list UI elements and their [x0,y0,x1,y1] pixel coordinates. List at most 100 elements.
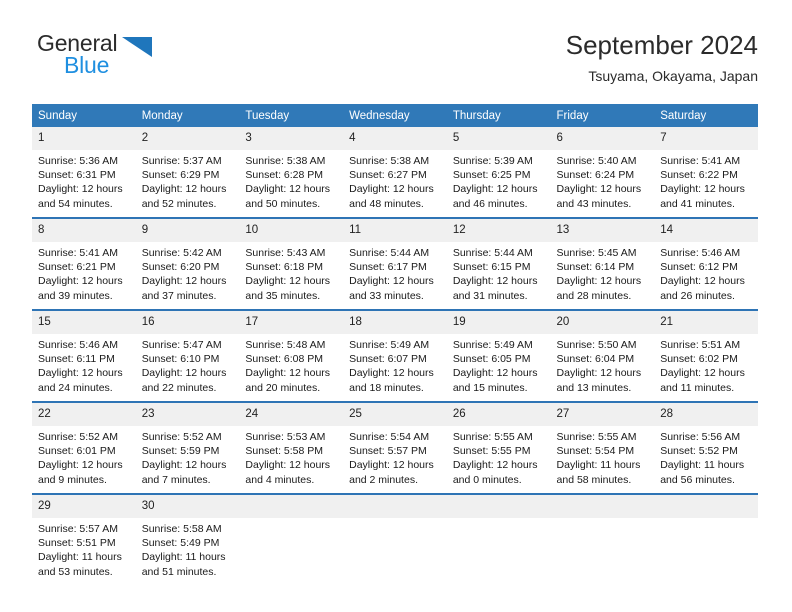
sunset-text: Sunset: 6:17 PM [349,261,427,274]
day-details: Sunrise: 5:45 AM Sunset: 6:14 PM Daylight:… [551,242,655,309]
calendar-page: General Blue September 2024 Tsuyama, Oka… [0,0,792,612]
sunset-text: Sunset: 5:51 PM [38,537,116,550]
day-details: Sunrise: 5:43 AM Sunset: 6:18 PM Daylight:… [239,242,343,309]
daylight-text-line1: Daylight: 12 hours [556,367,642,380]
sunset-text: Sunset: 5:49 PM [141,537,220,550]
calendar-day-cell[interactable]: 4 Sunrise: 5:38 AM Sunset: 6:27 PM Daylight… [343,127,447,218]
calendar-day-cell[interactable]: 18 Sunrise: 5:49 AM Sunset: 6:07 PM Dayligh… [343,309,447,402]
day-details [239,518,343,528]
sunrise-text: Sunrise: 5:49 AM [452,339,533,351]
sunset-text: Sunset: 5:55 PM [452,445,531,458]
calendar-day-cell[interactable]: 15 Sunrise: 5:46 AM Sunset: 6:11 PM Dayligh… [32,309,136,402]
weekday-header-sunday: Sunday [32,104,136,127]
daylight-text-line1: Daylight: 12 hours [349,183,434,196]
sunset-text: Sunset: 5:58 PM [245,445,324,458]
calendar-day-cell[interactable]: 25 Sunrise: 5:54 AM Sunset: 5:57 PM Dayligh… [343,401,447,494]
sunset-text: Sunset: 6:21 PM [38,261,116,274]
daylight-text-line1: Daylight: 12 hours [38,459,123,472]
calendar-day-cell[interactable]: 14 Sunrise: 5:46 AM Sunset: 6:12 PM Dayligh… [654,217,758,310]
calendar-day-cell[interactable]: 10 Sunrise: 5:43 AM Sunset: 6:18 PM Dayligh… [239,217,344,310]
calendar-day-cell[interactable]: 12 Sunrise: 5:44 AM Sunset: 6:15 PM Dayligh… [446,217,551,310]
calendar-day-cell-empty [239,493,344,585]
calendar-day-cell[interactable]: 29 Sunrise: 5:57 AM Sunset: 5:51 PM Dayligh… [32,493,136,585]
calendar-day-cell[interactable]: 13 Sunrise: 5:45 AM Sunset: 6:14 PM Dayligh… [550,217,655,310]
daylight-text-line1: Daylight: 12 hours [660,275,745,288]
calendar-header-row-group: Sunday Monday Tuesday Wednesday Thursday… [32,104,758,127]
daylight-text-line2: and 22 minutes. [141,381,217,394]
sunrise-text: Sunrise: 5:42 AM [141,247,222,259]
calendar-day-cell[interactable]: 6 Sunrise: 5:40 AM Sunset: 6:24 PM Daylight… [550,127,655,218]
daylight-text-line1: Daylight: 12 hours [556,183,642,196]
daylight-text-line2: and 4 minutes. [245,473,315,486]
calendar-day-cell[interactable]: 7 Sunrise: 5:41 AM Sunset: 6:22 PM Daylight… [654,127,758,218]
weekday-header-friday: Friday [550,104,655,127]
calendar-day-cell[interactable]: 9 Sunrise: 5:42 AM Sunset: 6:20 PM Daylight… [135,217,240,310]
day-details: Sunrise: 5:36 AM Sunset: 6:31 PM Daylight:… [32,150,136,217]
day-number: 29 [32,495,136,518]
calendar-day-cell[interactable]: 8 Sunrise: 5:41 AM Sunset: 6:21 PM Daylight… [32,217,136,310]
sunset-text: Sunset: 6:14 PM [556,261,635,274]
calendar-day-cell[interactable]: 16 Sunrise: 5:47 AM Sunset: 6:10 PM Dayligh… [135,309,240,402]
day-details: Sunrise: 5:54 AM Sunset: 5:57 PM Daylight:… [343,426,447,493]
page-subtitle: Tsuyama, Okayama, Japan [588,68,758,84]
calendar-day-cell[interactable]: 19 Sunrise: 5:49 AM Sunset: 6:05 PM Dayligh… [446,309,551,402]
calendar-day-cell[interactable]: 22 Sunrise: 5:52 AM Sunset: 6:01 PM Dayligh… [32,401,136,494]
daylight-text-line2: and 7 minutes. [141,473,211,486]
sunrise-text: Sunrise: 5:46 AM [38,339,118,351]
general-blue-logo[interactable]: General Blue [32,28,252,90]
calendar-day-cell[interactable]: 26 Sunrise: 5:55 AM Sunset: 5:55 PM Dayligh… [446,401,551,494]
day-number: 4 [343,127,447,150]
day-details: Sunrise: 5:38 AM Sunset: 6:27 PM Daylight:… [343,150,447,217]
daylight-text-line1: Daylight: 12 hours [452,183,538,196]
sunset-text: Sunset: 6:01 PM [38,445,116,458]
day-number: 23 [135,403,240,426]
day-details: Sunrise: 5:55 AM Sunset: 5:54 PM Daylight:… [551,426,655,493]
day-number: 5 [446,127,551,150]
day-number: 3 [239,127,344,150]
daylight-text-line1: Daylight: 12 hours [452,459,538,472]
calendar-week-row: 8 Sunrise: 5:41 AM Sunset: 6:21 PM Daylight… [32,217,758,310]
calendar-day-cell[interactable]: 27 Sunrise: 5:55 AM Sunset: 5:54 PM Dayligh… [550,401,655,494]
sunrise-text: Sunrise: 5:36 AM [38,155,118,167]
calendar-day-cell[interactable]: 21 Sunrise: 5:51 AM Sunset: 6:02 PM Dayligh… [654,309,758,402]
day-number [446,495,551,518]
daylight-text-line1: Daylight: 11 hours [660,459,745,472]
sunrise-text: Sunrise: 5:52 AM [38,431,118,443]
calendar-day-cell[interactable]: 3 Sunrise: 5:38 AM Sunset: 6:28 PM Daylight… [239,127,344,218]
calendar-day-cell[interactable]: 23 Sunrise: 5:52 AM Sunset: 5:59 PM Dayligh… [135,401,240,494]
day-number: 25 [343,403,447,426]
sunset-text: Sunset: 6:12 PM [660,261,738,274]
daylight-text-line1: Daylight: 12 hours [556,275,642,288]
calendar-day-cell[interactable]: 5 Sunrise: 5:39 AM Sunset: 6:25 PM Daylight… [446,127,551,218]
calendar-day-cell[interactable]: 28 Sunrise: 5:56 AM Sunset: 5:52 PM Dayligh… [654,401,758,494]
calendar-day-cell-empty [654,493,758,585]
calendar-day-cell[interactable]: 11 Sunrise: 5:44 AM Sunset: 6:17 PM Dayligh… [343,217,447,310]
calendar-day-cell[interactable]: 1 Sunrise: 5:36 AM Sunset: 6:31 PM Daylight… [32,127,136,218]
sunrise-text: Sunrise: 5:38 AM [349,155,430,167]
day-details: Sunrise: 5:49 AM Sunset: 6:05 PM Daylight:… [447,334,551,401]
calendar-day-cell[interactable]: 17 Sunrise: 5:48 AM Sunset: 6:08 PM Dayligh… [239,309,344,402]
sunset-text: Sunset: 6:25 PM [452,169,531,182]
calendar-day-cell[interactable]: 2 Sunrise: 5:37 AM Sunset: 6:29 PM Daylight… [135,127,240,218]
daylight-text-line2: and 41 minutes. [660,197,735,210]
logo-triangle-icon [122,37,152,57]
daylight-text-line2: and 31 minutes. [452,289,528,302]
sunrise-text: Sunrise: 5:48 AM [245,339,326,351]
weekday-header-monday: Monday [135,104,240,127]
daylight-text-line2: and 26 minutes. [660,289,735,302]
calendar-day-cell[interactable]: 30 Sunrise: 5:58 AM Sunset: 5:49 PM Dayligh… [135,493,240,585]
sunset-text: Sunset: 6:29 PM [141,169,220,182]
daylight-text-line2: and 39 minutes. [38,289,113,302]
sunrise-text: Sunrise: 5:55 AM [556,431,637,443]
daylight-text-line1: Daylight: 12 hours [141,275,227,288]
weekday-header-tuesday: Tuesday [239,104,344,127]
calendar-day-cell[interactable]: 20 Sunrise: 5:50 AM Sunset: 6:04 PM Dayligh… [550,309,655,402]
daylight-text-line1: Daylight: 12 hours [38,367,123,380]
sunrise-text: Sunrise: 5:51 AM [660,339,741,351]
day-details: Sunrise: 5:53 AM Sunset: 5:58 PM Daylight:… [239,426,343,493]
day-number: 8 [32,219,136,242]
sunset-text: Sunset: 6:15 PM [452,261,531,274]
sunrise-text: Sunrise: 5:56 AM [660,431,741,443]
calendar-day-cell[interactable]: 24 Sunrise: 5:53 AM Sunset: 5:58 PM Dayligh… [239,401,344,494]
sunset-text: Sunset: 6:02 PM [660,353,738,366]
